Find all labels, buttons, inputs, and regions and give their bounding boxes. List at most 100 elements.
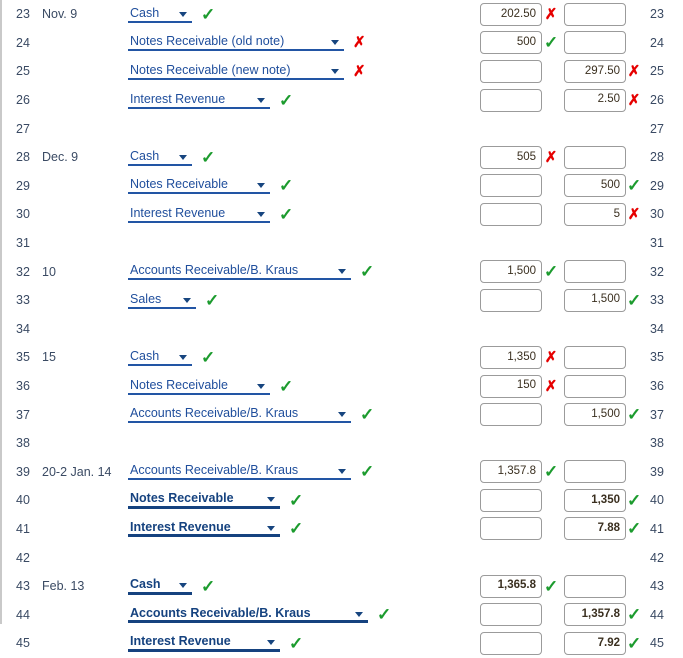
account-cell: Cash ✓ [128,572,215,601]
account-status-correct-icon: ✓ [360,405,375,425]
credit-input[interactable] [564,345,626,369]
debit-input[interactable] [480,174,542,198]
chevron-down-icon[interactable] [266,636,277,647]
line-number-left: 43 [16,579,31,594]
account-status-correct-icon: ✓ [201,147,216,167]
account-select[interactable]: Interest Revenue [128,634,280,652]
credit-input[interactable]: 500 [564,174,626,198]
credit-value: 7.92 [597,636,620,649]
chevron-down-icon[interactable] [178,151,189,162]
chevron-down-icon[interactable] [337,465,348,476]
chevron-down-icon[interactable] [256,94,267,105]
chevron-down-icon[interactable] [354,608,365,619]
line-number-right: 34 [650,321,665,336]
credit-status: ✓ [627,492,641,509]
chevron-down-icon[interactable] [178,351,189,362]
debit-input[interactable] [480,403,542,427]
entry-date: 20-2 Jan. 14 [42,464,112,479]
credit-input[interactable]: 297.50 [564,59,626,83]
debit-value: 1,350 [507,350,536,363]
credit-input[interactable] [564,460,626,484]
chevron-down-icon[interactable] [178,579,189,590]
account-select[interactable]: Cash [128,148,192,166]
credit-input[interactable] [564,574,626,598]
credit-input[interactable]: 1,357.8 [564,603,626,627]
account-select[interactable]: Notes Receivable (new note) [128,62,344,80]
credit-input[interactable] [564,31,626,55]
credit-input[interactable] [564,260,626,284]
debit-input[interactable] [480,288,542,312]
credit-input[interactable]: 7.92 [564,631,626,655]
account-status-correct-icon: ✓ [289,490,304,510]
journal-row: 33 Sales ✓ 1,500 ✓ 33 [2,286,683,315]
credit-input[interactable]: 1,350 [564,488,626,512]
account-cell: Accounts Receivable/B. Kraus ✓ [128,257,374,286]
chevron-down-icon[interactable] [182,294,193,305]
chevron-down-icon[interactable] [266,493,277,504]
account-select[interactable]: Accounts Receivable/B. Kraus [128,406,351,424]
account-select-value: Accounts Receivable/B. Kraus [130,463,299,478]
credit-input[interactable] [564,374,626,398]
account-status-correct-icon: ✓ [201,4,216,24]
line-number-left: 31 [16,236,31,251]
credit-input[interactable]: 1,500 [564,403,626,427]
account-select[interactable]: Accounts Receivable/B. Kraus [128,606,368,624]
credit-input[interactable]: 1,500 [564,288,626,312]
debit-input[interactable] [480,88,542,112]
credit-status: ✗ [627,64,641,79]
journal-row: 44 Accounts Receivable/B. Kraus ✓ 1,357.8 ✓ 4… [2,600,683,629]
chevron-down-icon[interactable] [330,65,341,76]
debit-input[interactable] [480,488,542,512]
debit-input[interactable]: 1,357.8 [480,460,542,484]
account-select[interactable]: Interest Revenue [128,205,270,223]
line-number-left: 36 [16,379,31,394]
debit-input[interactable]: 505 [480,145,542,169]
debit-input[interactable]: 1,350 [480,345,542,369]
account-status-correct-icon: ✓ [360,462,375,482]
account-select[interactable]: Accounts Receivable/B. Kraus [128,263,351,281]
credit-input[interactable] [564,2,626,26]
account-cell: Accounts Receivable/B. Kraus ✓ [128,400,374,429]
chevron-down-icon[interactable] [266,522,277,533]
account-select-value: Cash [130,577,161,592]
account-select-value: Interest Revenue [130,634,231,649]
account-select[interactable]: Notes Receivable [128,177,270,195]
debit-input[interactable]: 1,500 [480,260,542,284]
chevron-down-icon[interactable] [178,8,189,19]
chevron-down-icon[interactable] [337,408,348,419]
debit-input[interactable] [480,631,542,655]
chevron-down-icon[interactable] [330,36,341,47]
chevron-down-icon[interactable] [256,179,267,190]
account-select[interactable]: Sales [128,291,196,309]
account-select[interactable]: Cash [128,348,192,366]
chevron-down-icon[interactable] [256,208,267,219]
credit-input[interactable] [564,145,626,169]
debit-input[interactable]: 500 [480,31,542,55]
account-status-correct-icon: ✓ [201,347,216,367]
credit-input[interactable]: 2.50 [564,88,626,112]
credit-status: ✗ [627,207,641,222]
credit-value: 5 [613,207,620,220]
debit-input[interactable] [480,202,542,226]
debit-input[interactable]: 1,365.8 [480,574,542,598]
account-select[interactable]: Interest Revenue [128,91,270,109]
account-select[interactable]: Cash [128,5,192,23]
account-select[interactable]: Notes Receivable (old note) [128,34,344,52]
journal-row: 24 Notes Receivable (old note) ✗ 500 ✓ 24 [2,29,683,58]
credit-input[interactable]: 5 [564,202,626,226]
chevron-down-icon[interactable] [337,265,348,276]
debit-input[interactable] [480,59,542,83]
line-number-left: 33 [16,293,31,308]
line-number-right: 42 [650,550,665,565]
chevron-down-icon[interactable] [256,380,267,391]
account-select[interactable]: Interest Revenue [128,520,280,538]
debit-input[interactable] [480,603,542,627]
credit-input[interactable]: 7.88 [564,517,626,541]
account-select[interactable]: Notes Receivable [128,491,280,509]
account-select[interactable]: Cash [128,577,192,595]
debit-input[interactable]: 202.50 [480,2,542,26]
account-select[interactable]: Notes Receivable [128,377,270,395]
debit-input[interactable] [480,517,542,541]
debit-input[interactable]: 150 [480,374,542,398]
account-select[interactable]: Accounts Receivable/B. Kraus [128,463,351,481]
